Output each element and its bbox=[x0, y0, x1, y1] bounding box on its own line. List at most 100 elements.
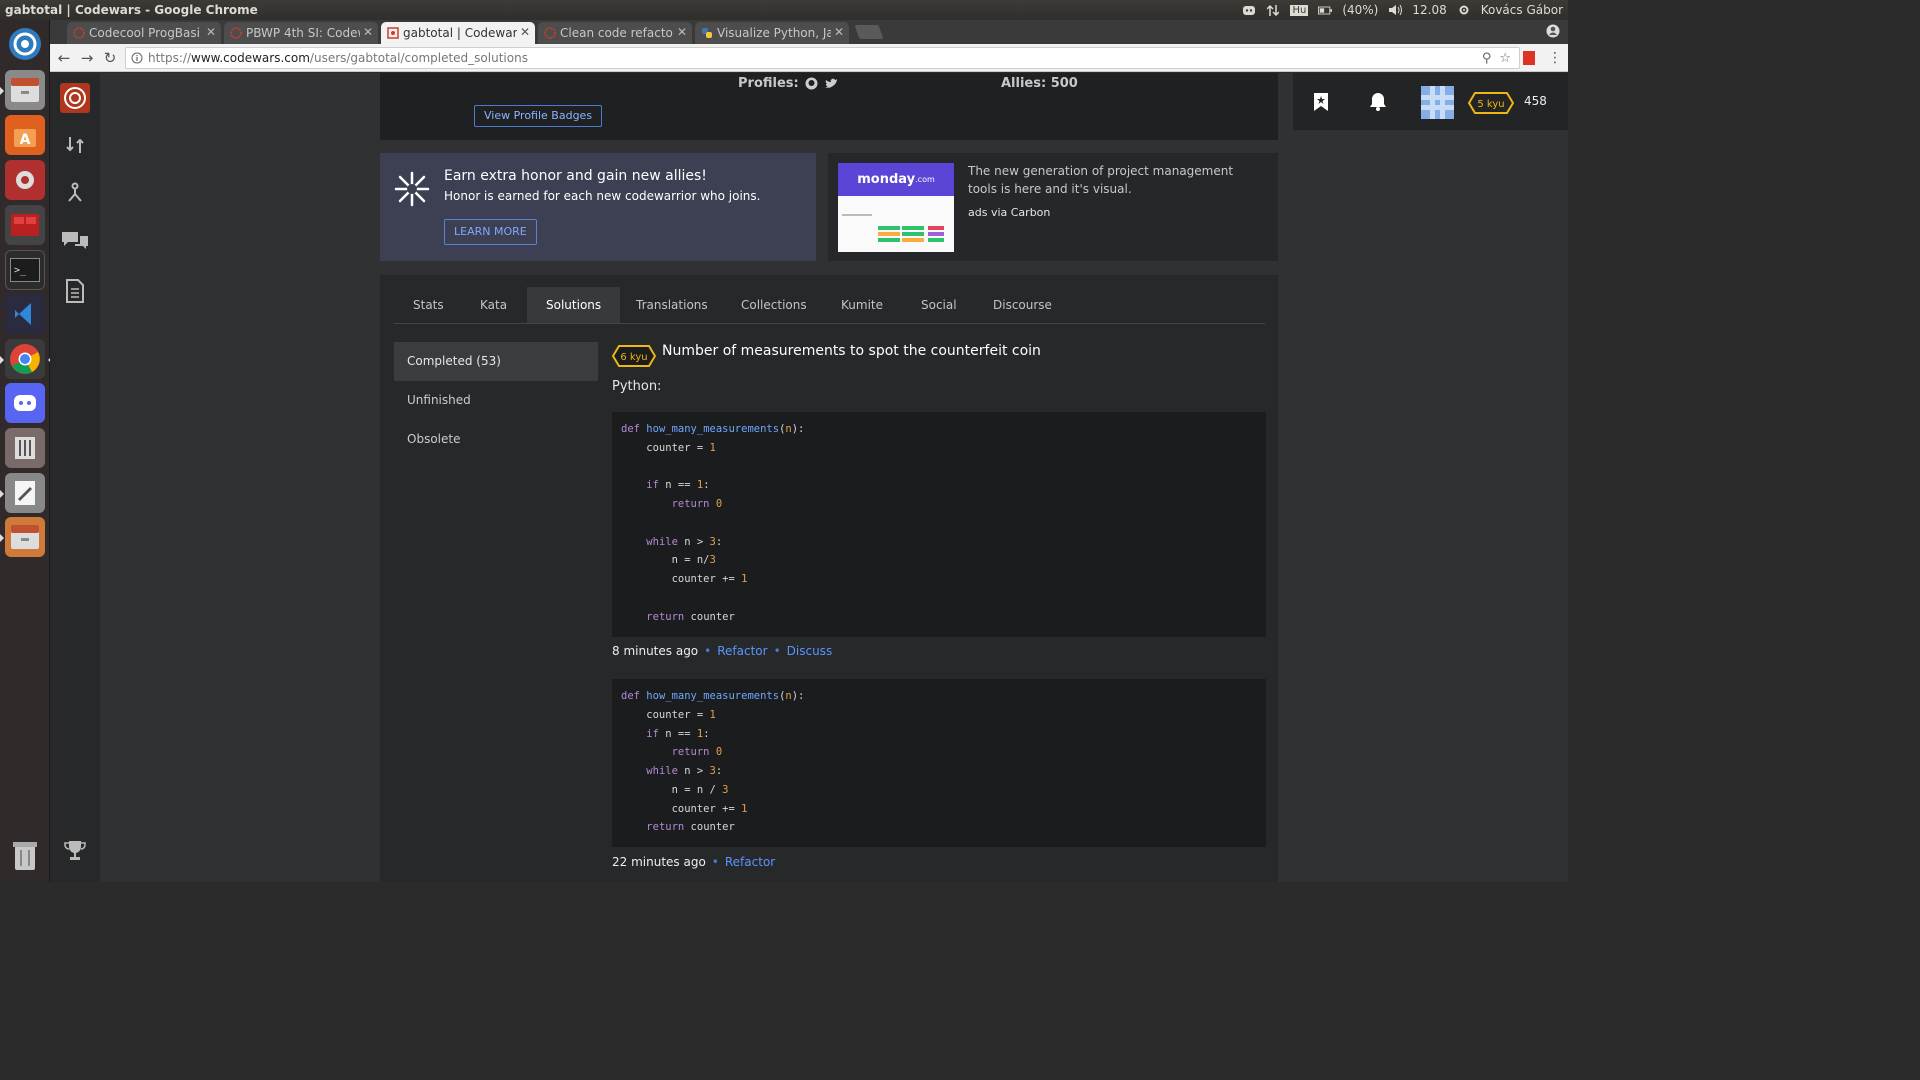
github-icon[interactable] bbox=[805, 77, 818, 90]
settings-tools-icon[interactable] bbox=[5, 160, 45, 200]
docs-icon[interactable] bbox=[60, 276, 90, 306]
discuss-link[interactable]: Discuss bbox=[787, 644, 833, 658]
view-profile-badges-button[interactable]: View Profile Badges bbox=[474, 105, 603, 127]
battery-percent: (40%) bbox=[1342, 3, 1379, 17]
discord-icon[interactable] bbox=[5, 383, 45, 423]
avatar[interactable] bbox=[1421, 86, 1454, 119]
text-editor-icon[interactable] bbox=[0, 473, 45, 513]
tab-close-icon[interactable]: ✕ bbox=[206, 25, 216, 39]
session-gear-icon[interactable] bbox=[1457, 4, 1471, 17]
chrome-toolbar: ← → ↻ https://www.codewars.com/users/gab… bbox=[50, 44, 1568, 72]
software-center-icon[interactable]: A bbox=[5, 115, 45, 155]
new-tab-button[interactable] bbox=[854, 25, 884, 39]
svg-text:A: A bbox=[20, 132, 31, 148]
codewars-favicon bbox=[544, 27, 556, 39]
keyboard-layout[interactable]: Hu bbox=[1290, 4, 1309, 16]
chrome-tabstrip: Codecool ProgBasi ✕ PBWP 4th SI: Codew ✕… bbox=[50, 20, 1568, 44]
refactor-link[interactable]: Refactor bbox=[717, 644, 767, 658]
tab-solutions[interactable]: Solutions bbox=[527, 287, 621, 323]
codewars-favicon bbox=[387, 27, 399, 39]
tab-close-icon[interactable]: ✕ bbox=[520, 25, 530, 39]
forward-icon[interactable]: → bbox=[78, 49, 96, 67]
rank-badge[interactable]: 5 kyu bbox=[1467, 91, 1515, 119]
codewars-sidebar bbox=[50, 73, 100, 882]
allies-count: Allies: 500 bbox=[1001, 76, 1078, 91]
battery-icon[interactable] bbox=[1318, 4, 1333, 17]
subnav-completed[interactable]: Completed (53) bbox=[394, 342, 598, 381]
refactor-link[interactable]: Refactor bbox=[725, 855, 775, 869]
chrome-icon[interactable] bbox=[0, 339, 52, 379]
kata-rank-text: 6 kyu bbox=[620, 352, 647, 363]
tab-stats[interactable]: Stats bbox=[394, 287, 463, 323]
tab-social[interactable]: Social bbox=[902, 287, 976, 323]
fork-icon[interactable] bbox=[60, 178, 90, 208]
info-icon[interactable] bbox=[131, 52, 143, 64]
files-icon[interactable] bbox=[0, 70, 45, 110]
profile-tabs-card: Stats Kata Solutions Translations Collec… bbox=[380, 275, 1278, 882]
trophy-icon[interactable] bbox=[60, 835, 90, 865]
browser-tab-5[interactable]: Visualize Python, Ja ✕ bbox=[695, 22, 849, 44]
practice-icon[interactable] bbox=[60, 130, 90, 160]
archive-icon[interactable] bbox=[0, 517, 45, 557]
tab-close-icon[interactable]: ✕ bbox=[363, 25, 373, 39]
tab-close-icon[interactable]: ✕ bbox=[677, 25, 687, 39]
learn-more-button[interactable]: LEARN MORE bbox=[444, 219, 537, 245]
tab-collections[interactable]: Collections bbox=[722, 287, 826, 323]
address-bar[interactable]: https://www.codewars.com/users/gabtotal/… bbox=[125, 47, 1520, 69]
python-favicon bbox=[702, 28, 712, 38]
tab-kata[interactable]: Kata bbox=[461, 287, 526, 323]
twitter-icon[interactable] bbox=[824, 78, 838, 90]
bookmark-star-icon[interactable]: ☆ bbox=[1499, 51, 1511, 66]
carbon-ad[interactable]: monday .com The new generation of project… bbox=[828, 153, 1278, 261]
browser-tab-4[interactable]: Clean code refactor ✕ bbox=[538, 22, 692, 44]
workspace-switcher-icon[interactable] bbox=[5, 205, 45, 245]
ads-via-carbon-link[interactable]: ads via Carbon bbox=[968, 204, 1258, 222]
sparkle-icon bbox=[394, 171, 430, 207]
solution-code-block[interactable]: def how_many_measurements(n): counter = … bbox=[612, 412, 1266, 637]
extension-icon[interactable] bbox=[1523, 51, 1535, 65]
reload-icon[interactable]: ↻ bbox=[101, 49, 119, 67]
user-name[interactable]: Kovács Gábor bbox=[1481, 3, 1563, 17]
solutions-subnav: Completed (53) Unfinished Obsolete bbox=[394, 342, 598, 459]
window-title: gabtotal | Codewars - Google Chrome bbox=[5, 3, 258, 17]
trash-icon[interactable] bbox=[5, 836, 45, 876]
discord-tray-icon[interactable] bbox=[1242, 4, 1256, 17]
bookmark-icon[interactable] bbox=[1311, 91, 1331, 113]
chat-icon[interactable] bbox=[60, 225, 90, 255]
clock[interactable]: 12.08 bbox=[1412, 3, 1446, 17]
solution-meta: 8 minutes ago • Refactor • Discuss bbox=[612, 644, 833, 658]
indicators: Hu (40%) 12.08 Kovács Gábor bbox=[1242, 3, 1568, 17]
browser-tab-3[interactable]: gabtotal | Codewar ✕ bbox=[381, 22, 535, 44]
codewars-logo-icon[interactable] bbox=[60, 83, 90, 113]
bell-icon[interactable] bbox=[1368, 91, 1388, 113]
volume-icon[interactable] bbox=[1388, 4, 1403, 17]
vscode-icon[interactable] bbox=[5, 294, 45, 334]
tab-discourse[interactable]: Discourse bbox=[974, 287, 1071, 323]
ubuntu-top-panel: gabtotal | Codewars - Google Chrome Hu (… bbox=[0, 0, 1568, 20]
profile-tabs: Stats Kata Solutions Translations Collec… bbox=[394, 287, 1265, 324]
subnav-obsolete[interactable]: Obsolete bbox=[394, 420, 598, 459]
ad-text[interactable]: The new generation of project management… bbox=[968, 162, 1258, 222]
ad-screenshot bbox=[838, 196, 954, 252]
dash-icon[interactable] bbox=[5, 24, 45, 64]
network-icon[interactable] bbox=[1266, 4, 1280, 17]
ad-image[interactable]: monday .com bbox=[838, 163, 954, 252]
url-host: www.codewars.com bbox=[191, 51, 310, 65]
tab-translations[interactable]: Translations bbox=[617, 287, 727, 323]
profile-icon[interactable] bbox=[1546, 24, 1560, 38]
terminal-icon[interactable]: >_ bbox=[5, 250, 45, 290]
browser-tab-1[interactable]: Codecool ProgBasi ✕ bbox=[67, 22, 221, 44]
mixer-icon[interactable] bbox=[5, 428, 45, 468]
chrome-menu-icon[interactable]: ⋮ bbox=[1548, 50, 1562, 66]
browser-tab-2[interactable]: PBWP 4th SI: Codew ✕ bbox=[224, 22, 378, 44]
screen: gabtotal | Codewars - Google Chrome Hu (… bbox=[0, 0, 1568, 882]
solution-code-block[interactable]: def how_many_measurements(n): counter = … bbox=[612, 679, 1266, 847]
kata-rank-badge: 6 kyu bbox=[612, 345, 656, 367]
tab-kumite[interactable]: Kumite bbox=[822, 287, 902, 323]
subnav-unfinished[interactable]: Unfinished bbox=[394, 381, 598, 420]
zoom-icon[interactable]: ⚲ bbox=[1482, 51, 1492, 66]
kata-title-link[interactable]: Number of measurements to spot the count… bbox=[662, 343, 1041, 359]
back-icon[interactable]: ← bbox=[55, 49, 73, 67]
tab-close-icon[interactable]: ✕ bbox=[834, 25, 844, 39]
monday-logo: monday .com bbox=[838, 163, 954, 196]
